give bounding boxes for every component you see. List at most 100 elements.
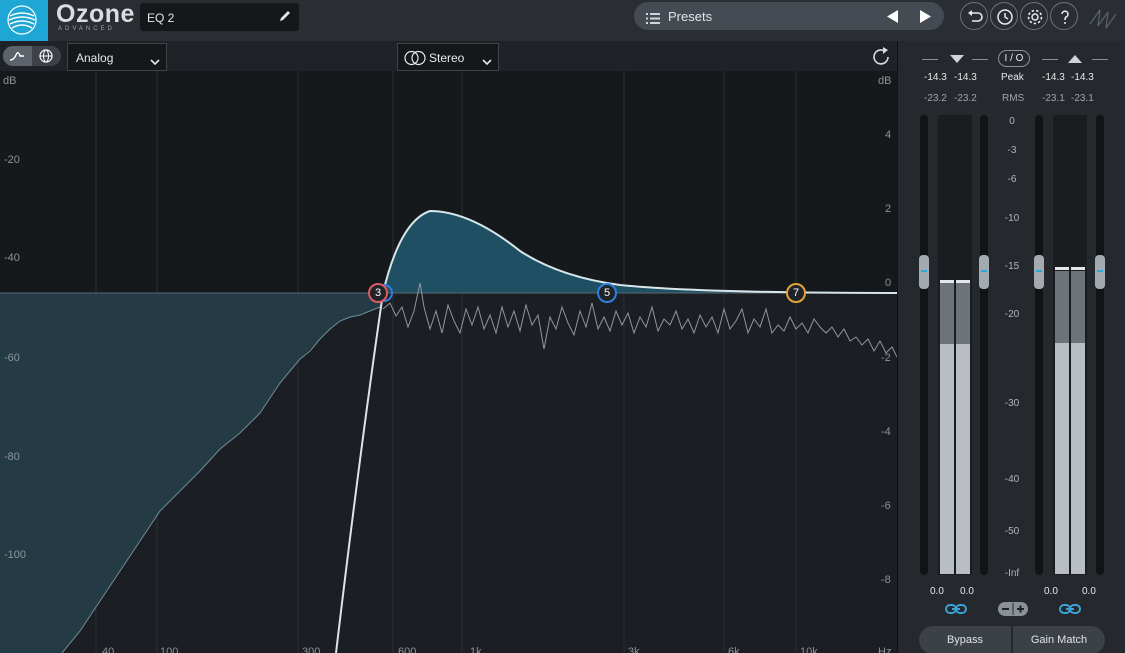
input-gain-handle-left[interactable]	[919, 255, 929, 289]
left-scale-label: -100	[4, 549, 27, 561]
input-gain-handle-right[interactable]	[979, 255, 989, 289]
output-gain-slider-left[interactable]	[1035, 115, 1043, 575]
eq-toolbar: Analog Stereo	[0, 41, 897, 71]
input-meter-rms-left	[940, 344, 954, 574]
freq-label: 1k	[470, 646, 482, 653]
next-arrow-icon[interactable]	[919, 10, 931, 28]
output-meter	[1053, 115, 1087, 575]
eq-node-label: 7	[792, 287, 800, 299]
mode-select[interactable]: Analog	[67, 43, 167, 71]
output-meter-rms-left	[1055, 343, 1069, 574]
left-scale-label: -60	[4, 352, 20, 364]
analyzer-low-fill	[0, 293, 380, 653]
left-scale-label: -40	[4, 252, 20, 264]
output-collapse-control[interactable]	[1042, 55, 1108, 65]
freq-label: 40	[102, 646, 115, 653]
app-logo-subtitle: ADVANCED	[58, 26, 115, 32]
freq-label: Hz	[878, 646, 892, 653]
left-axis-unit: dB	[3, 75, 17, 87]
eq-node-5[interactable]: 5	[597, 283, 617, 303]
freq-label: 3k	[628, 646, 640, 653]
eq-node-label: 5	[603, 287, 611, 299]
freq-label: 100	[160, 646, 179, 653]
input-rms-right: -23.2	[954, 93, 977, 104]
module-name-field[interactable]: EQ 2	[140, 3, 299, 31]
input-gain-slider-right[interactable]	[980, 115, 988, 575]
freq-label: 300	[302, 646, 321, 653]
channel-select[interactable]: Stereo	[397, 43, 499, 71]
link-icon[interactable]	[945, 602, 967, 621]
triangle-down-icon	[950, 55, 964, 63]
meter-scale-label: -30	[1004, 398, 1020, 409]
right-scale-label: 4	[885, 129, 892, 141]
input-peak-left: -14.3	[924, 72, 947, 83]
mode-select-value: Analog	[76, 51, 114, 65]
meter-scale-label: -50	[1004, 526, 1020, 537]
eq-node-label: 3	[374, 287, 382, 299]
output-gain-left[interactable]: 0.0	[1044, 586, 1058, 597]
input-rms-left: -23.2	[924, 93, 947, 104]
meter-scale-label: -15	[1004, 261, 1020, 272]
right-scale-label: -4	[881, 426, 891, 438]
presets-bar[interactable]: Presets	[634, 2, 944, 30]
link-icon[interactable]	[1059, 602, 1081, 621]
prev-arrow-icon[interactable]	[887, 10, 899, 28]
input-peak-hold-right	[956, 280, 970, 283]
freq-label: 600	[398, 646, 417, 653]
output-gain-slider-right[interactable]	[1096, 115, 1104, 575]
output-meter-rms-right	[1071, 343, 1085, 574]
rms-label: RMS	[1002, 93, 1025, 104]
meter-scale-label: -6	[1007, 174, 1017, 185]
output-gain-right[interactable]: 0.0	[1082, 586, 1096, 597]
peak-label: Peak	[1001, 72, 1024, 83]
input-gain-right[interactable]: 0.0	[960, 586, 974, 597]
chevron-down-icon	[150, 53, 160, 71]
globe-icon[interactable]	[32, 46, 61, 66]
gain-match-button[interactable]: Gain Match	[1013, 626, 1105, 653]
output-gain-handle-right[interactable]	[1095, 255, 1105, 289]
input-collapse-control[interactable]	[922, 55, 988, 65]
meter-scale-label: -10	[1004, 213, 1020, 224]
eq-graph[interactable]: dB dB -20 -40 -60 -80 -100 4 2 0 -2 -4 -…	[0, 71, 897, 653]
analyzer-spectrum	[382, 282, 897, 358]
curve-view-icon[interactable]	[3, 46, 32, 66]
io-toggle-button[interactable]: I / O	[998, 50, 1030, 67]
history-icon[interactable]	[990, 2, 1018, 30]
reset-icon[interactable]	[870, 46, 892, 73]
eq-node-7[interactable]: 7	[786, 283, 806, 303]
ozone-logo-icon[interactable]	[0, 0, 48, 41]
view-toggle[interactable]	[3, 46, 61, 66]
help-icon[interactable]	[1050, 2, 1078, 30]
right-scale-label: 2	[885, 203, 892, 215]
output-rms-left: -23.1	[1042, 93, 1065, 104]
channel-select-value: Stereo	[429, 51, 465, 65]
triangle-up-icon	[1068, 55, 1082, 63]
left-scale-label: -20	[4, 154, 20, 166]
bypass-button[interactable]: Bypass	[919, 626, 1011, 653]
plus-minus-icon[interactable]	[998, 602, 1028, 616]
meter-scale-label: -3	[1007, 145, 1017, 156]
right-scale-label: 0	[885, 277, 892, 289]
meter-scale-label: -40	[1004, 474, 1020, 485]
module-name-label: EQ 2	[147, 11, 175, 25]
undo-icon[interactable]	[960, 2, 988, 30]
input-meter	[938, 115, 972, 575]
right-scale-label: -8	[881, 574, 891, 586]
gear-icon[interactable]	[1020, 2, 1048, 30]
meter-scale-label: -Inf	[1004, 568, 1020, 579]
input-gain-left[interactable]: 0.0	[930, 586, 944, 597]
right-scale-label: -2	[881, 352, 891, 364]
input-peak-hold-left	[940, 280, 954, 283]
output-gain-handle-left[interactable]	[1034, 255, 1044, 289]
right-scale-label: -6	[881, 500, 891, 512]
output-peak-left: -14.3	[1042, 72, 1065, 83]
meter-scale-label: -20	[1004, 309, 1020, 320]
output-peak-right: -14.3	[1071, 72, 1094, 83]
pencil-icon[interactable]	[277, 8, 293, 29]
freq-label: 6k	[728, 646, 740, 653]
eq-node-3[interactable]: 3	[368, 283, 393, 303]
right-axis-unit: dB	[878, 75, 892, 87]
input-gain-slider-left[interactable]	[920, 115, 928, 575]
input-peak-right: -14.3	[954, 72, 977, 83]
output-peak-hold-right	[1071, 267, 1085, 270]
